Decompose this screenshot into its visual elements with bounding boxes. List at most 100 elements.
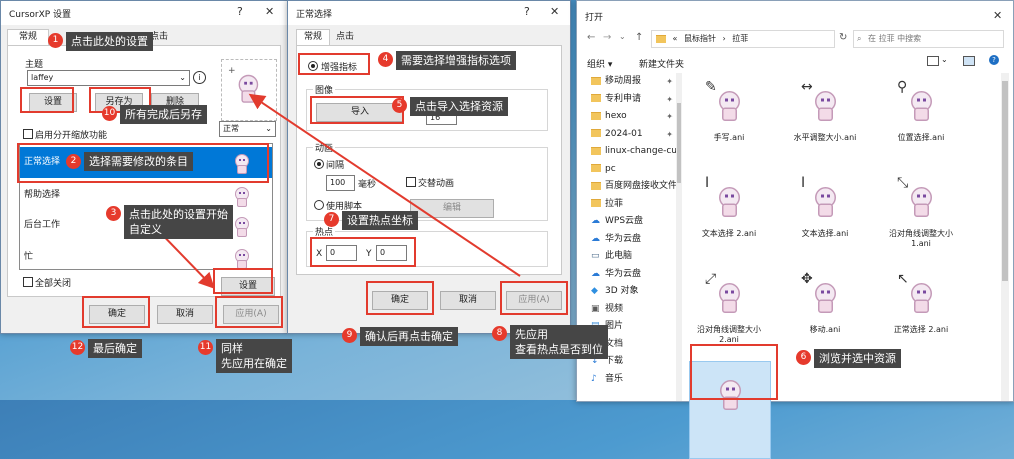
step-9-badge: 9 [342, 328, 357, 343]
cloud-icon: ☁ [591, 216, 600, 226]
pc-icon: ▭ [591, 251, 600, 261]
nav-item[interactable]: ▭ 此电脑 [591, 248, 676, 265]
interval-radio[interactable] [314, 159, 324, 169]
nav-item[interactable]: ☁ WPS云盘 [591, 213, 676, 230]
view-mode-icon[interactable] [927, 56, 939, 66]
title-bar: CursorXP 设置 ? ✕ [1, 1, 287, 25]
file-name: 文本选择 2.ani [701, 229, 757, 238]
step-11-line2: 先应用在确定 [221, 357, 287, 370]
close-icon[interactable]: ✕ [265, 5, 274, 18]
refresh-icon[interactable]: ↻ [839, 32, 847, 43]
nav-item[interactable]: 专利申请 ✦ [591, 91, 676, 108]
forward-arrow-icon[interactable]: → [603, 32, 611, 43]
highlight-dialog2-ok-button [366, 281, 434, 315]
step-4-badge: 4 [378, 52, 393, 67]
list-item-label: 帮助选择 [24, 190, 61, 200]
cursor-glyph-icon: I [801, 175, 806, 191]
cancel-button[interactable]: 取消 [440, 291, 496, 310]
nav-item[interactable]: hexo ✦ [591, 108, 676, 125]
folder-icon [656, 34, 666, 43]
nav-item[interactable]: 移动周报 ✦ [591, 73, 676, 90]
nav-item[interactable]: 百度网盘接收文件 [591, 178, 676, 195]
folder-icon [591, 199, 601, 207]
file-name: 沿对角线调整大小 2.ani [697, 325, 761, 344]
nav-item[interactable]: ◆ 3D 对象 [591, 283, 676, 300]
mascot-icon [907, 88, 934, 121]
search-placeholder: 在 拉菲 中搜索 [868, 34, 922, 43]
title-bar: 打开 ✕ [577, 1, 1013, 29]
file-item[interactable]: ✥ 移动.ani [785, 265, 865, 361]
recent-chevron-icon[interactable]: ⌄ [619, 32, 626, 41]
preview-pane-icon[interactable] [963, 56, 975, 66]
nav-scrollbar[interactable] [676, 73, 682, 401]
tab-general[interactable]: 常规 [7, 29, 49, 45]
new-folder-button[interactable]: 新建文件夹 [639, 57, 684, 70]
file-item[interactable]: ↖ 正常选择 2.ani [881, 265, 961, 361]
nav-item[interactable]: pc [591, 161, 676, 178]
interval-field[interactable]: 100 [326, 175, 355, 191]
nav-item[interactable]: ♪ 音乐 [591, 371, 676, 388]
step-8-callout: 先应用 查看热点是否到位 [510, 325, 608, 359]
tab-click[interactable]: 点击 [332, 31, 358, 44]
highlight-selected-file [690, 344, 778, 400]
list-item[interactable]: 忙 [20, 242, 272, 269]
step-3-line2: 自定义 [129, 223, 162, 236]
nav-item[interactable]: 2024-01 ✦ [591, 126, 676, 143]
mode-select[interactable]: 正常 ⌄ [219, 121, 276, 137]
file-item[interactable]: I 文本选择 2.ani [689, 169, 769, 265]
nav-item[interactable]: 拉菲 [591, 196, 676, 213]
step-8-line2: 查看热点是否到位 [515, 343, 603, 356]
file-item[interactable]: ✎ 手写.ani [689, 73, 769, 169]
nav-item[interactable]: ☁ 华为云盘 [591, 266, 676, 283]
mascot-icon [715, 280, 742, 313]
edit-script-button[interactable]: 编辑 [410, 199, 494, 218]
info-icon[interactable]: i [193, 71, 206, 84]
help-icon[interactable]: ? [524, 5, 530, 18]
enable-scaling-checkbox[interactable] [23, 129, 33, 139]
breadcrumb-current[interactable]: 拉菲 [732, 34, 748, 43]
step-6-badge: 6 [796, 350, 811, 365]
breadcrumb-separator: › [722, 34, 726, 43]
nav-item[interactable]: linux-change-cu [591, 143, 676, 160]
step-9-callout: 确认后再点击确定 [360, 327, 458, 346]
file-item[interactable]: I 文本选择.ani [785, 169, 865, 265]
pin-icon: ✦ [666, 77, 673, 86]
file-scrollbar[interactable] [1001, 73, 1009, 401]
tab-general[interactable]: 常规 [296, 29, 330, 45]
step-10-callout: 所有完成后另存 [120, 105, 207, 124]
file-name: 沿对角线调整大小 1.ani [889, 229, 953, 248]
use-script-radio[interactable] [314, 200, 324, 210]
nav-item[interactable]: ▣ 视频 [591, 301, 676, 318]
back-arrow-icon[interactable]: ← [587, 32, 595, 43]
highlight-import-button [310, 96, 404, 124]
file-item[interactable]: ⚲ 位置选择.ani [881, 73, 961, 169]
close-icon[interactable]: ✕ [550, 5, 559, 18]
address-bar[interactable]: « 鼠标指针 › 拉菲 [651, 30, 835, 48]
view-options-chevron-icon[interactable]: ⌄ [941, 55, 948, 64]
search-input[interactable]: ⌕ 在 拉菲 中搜索 [853, 30, 1004, 48]
organize-menu[interactable]: 组织 ▾ [587, 57, 612, 70]
up-arrow-icon[interactable]: ↑ [635, 32, 643, 43]
mascot-icon [715, 88, 742, 121]
file-item[interactable]: ↔ 水平调整大小.ani [785, 73, 865, 169]
step-11-badge: 11 [198, 340, 213, 355]
breadcrumb-parent[interactable]: 鼠标指针 [684, 34, 716, 43]
ani-cursor-thumbnail-icon: ✥ [799, 271, 851, 323]
file-item[interactable]: ⤡ 沿对角线调整大小 1.ani [881, 169, 961, 265]
3d-icon: ◆ [591, 286, 598, 296]
step-8-badge: 8 [492, 326, 507, 341]
alternate-animation-checkbox[interactable] [406, 177, 416, 187]
file-name: 位置选择.ani [897, 133, 945, 142]
nav-item[interactable]: ☁ 华为云盘 [591, 231, 676, 248]
mascot-icon [811, 184, 838, 217]
preview-box: + [221, 59, 277, 121]
cancel-button[interactable]: 取消 [157, 305, 213, 324]
theme-select[interactable]: laffey ⌄ [27, 70, 190, 86]
folder-icon [591, 181, 601, 190]
dialog-title: 正常选择 [296, 10, 333, 20]
help-icon[interactable]: ? [989, 55, 999, 65]
help-icon[interactable]: ? [237, 5, 243, 18]
close-all-checkbox[interactable] [23, 277, 33, 287]
nav-item-label: 音乐 [605, 373, 624, 384]
close-icon[interactable]: ✕ [993, 9, 1002, 22]
